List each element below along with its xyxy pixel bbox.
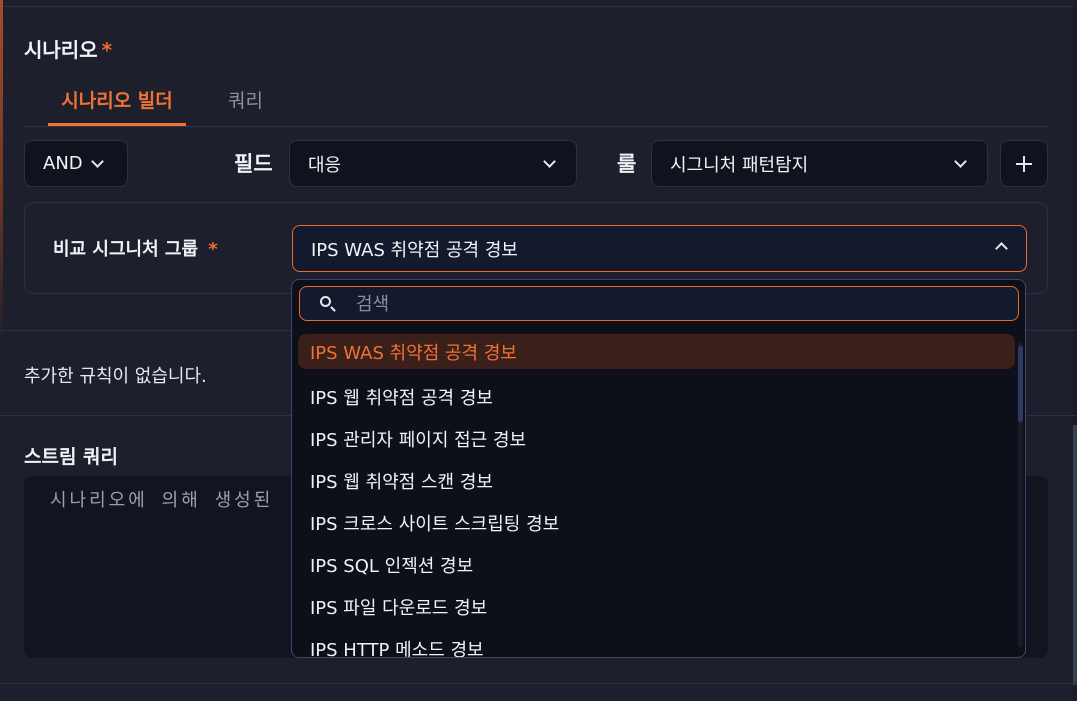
- option-item[interactable]: IPS 웹 취약점 공격 경보: [292, 376, 1025, 418]
- section-title-text: 시나리오: [24, 38, 98, 62]
- dropdown-scrollbar-thumb[interactable]: [1018, 346, 1023, 422]
- signature-group-dropdown: IPS WAS 취약점 공격 경보 IPS 웹 취약점 공격 경보 IPS 관리…: [291, 279, 1026, 658]
- field-select[interactable]: 대응: [289, 140, 577, 187]
- stream-query-title: 스트림 쿼리: [24, 446, 119, 468]
- dropdown-scrollbar[interactable]: [1018, 342, 1023, 647]
- chevron-down-icon: [90, 154, 104, 168]
- required-mark: *: [101, 38, 113, 62]
- option-item[interactable]: IPS HTTP 메소드 경보: [292, 628, 1025, 657]
- dropdown-options: IPS WAS 취약점 공격 경보 IPS 웹 취약점 공격 경보 IPS 관리…: [292, 334, 1025, 657]
- scenario-editor: 시나리오 * 시나리오 빌더 쿼리 AND 필드 대응 룰 시그니처 패턴탐지 비…: [0, 0, 1077, 701]
- left-accent-bar: [0, 0, 3, 340]
- rule-select[interactable]: 시그니처 패턴탐지: [651, 140, 988, 187]
- operator-value: AND: [43, 153, 83, 174]
- option-item[interactable]: IPS 파일 다운로드 경보: [292, 586, 1025, 628]
- option-item[interactable]: IPS WAS 취약점 공격 경보: [298, 334, 1015, 369]
- field-select-value: 대응: [308, 154, 342, 176]
- option-item[interactable]: IPS SQL 인젝션 경보: [292, 544, 1025, 586]
- compare-signature-label: 비교 시그니처 그룹 *: [53, 235, 218, 261]
- empty-rules-message: 추가한 규칙이 없습니다.: [24, 366, 207, 387]
- chevron-down-icon: [543, 155, 556, 168]
- option-item[interactable]: IPS 웹 취약점 스캔 경보: [292, 460, 1025, 502]
- search-input[interactable]: [356, 291, 996, 317]
- compare-signature-label-text: 비교 시그니처 그룹: [53, 239, 199, 260]
- tab-scenario-builder[interactable]: 시나리오 빌더: [48, 86, 186, 126]
- field-label: 필드: [234, 152, 273, 176]
- dropdown-search[interactable]: [299, 286, 1019, 321]
- compare-signature-value: IPS WAS 취약점 공격 경보: [311, 239, 518, 261]
- stream-query-placeholder: 시나리오에 의해 생성된: [50, 490, 274, 511]
- option-item[interactable]: IPS 관리자 페이지 접근 경보: [292, 418, 1025, 460]
- option-item[interactable]: IPS 크로스 사이트 스크립팅 경보: [292, 502, 1025, 544]
- chevron-up-icon: [995, 242, 1008, 255]
- chevron-down-icon: [954, 155, 967, 168]
- top-divider: [0, 6, 1077, 7]
- page-scrollbar[interactable]: [1073, 0, 1077, 701]
- search-icon: [320, 296, 331, 307]
- divider: [0, 683, 1077, 684]
- page-scrollbar-thumb[interactable]: [1073, 425, 1077, 685]
- tab-bar: 시나리오 빌더 쿼리: [24, 80, 1048, 127]
- compare-signature-select[interactable]: IPS WAS 취약점 공격 경보: [292, 225, 1027, 272]
- rule-select-value: 시그니처 패턴탐지: [670, 154, 809, 176]
- operator-select[interactable]: AND: [24, 140, 128, 187]
- add-condition-button[interactable]: [1000, 140, 1048, 187]
- rule-label: 룰: [617, 152, 637, 176]
- required-mark: *: [208, 239, 218, 260]
- tab-query[interactable]: 쿼리: [228, 86, 263, 126]
- section-title: 시나리오 *: [24, 34, 112, 63]
